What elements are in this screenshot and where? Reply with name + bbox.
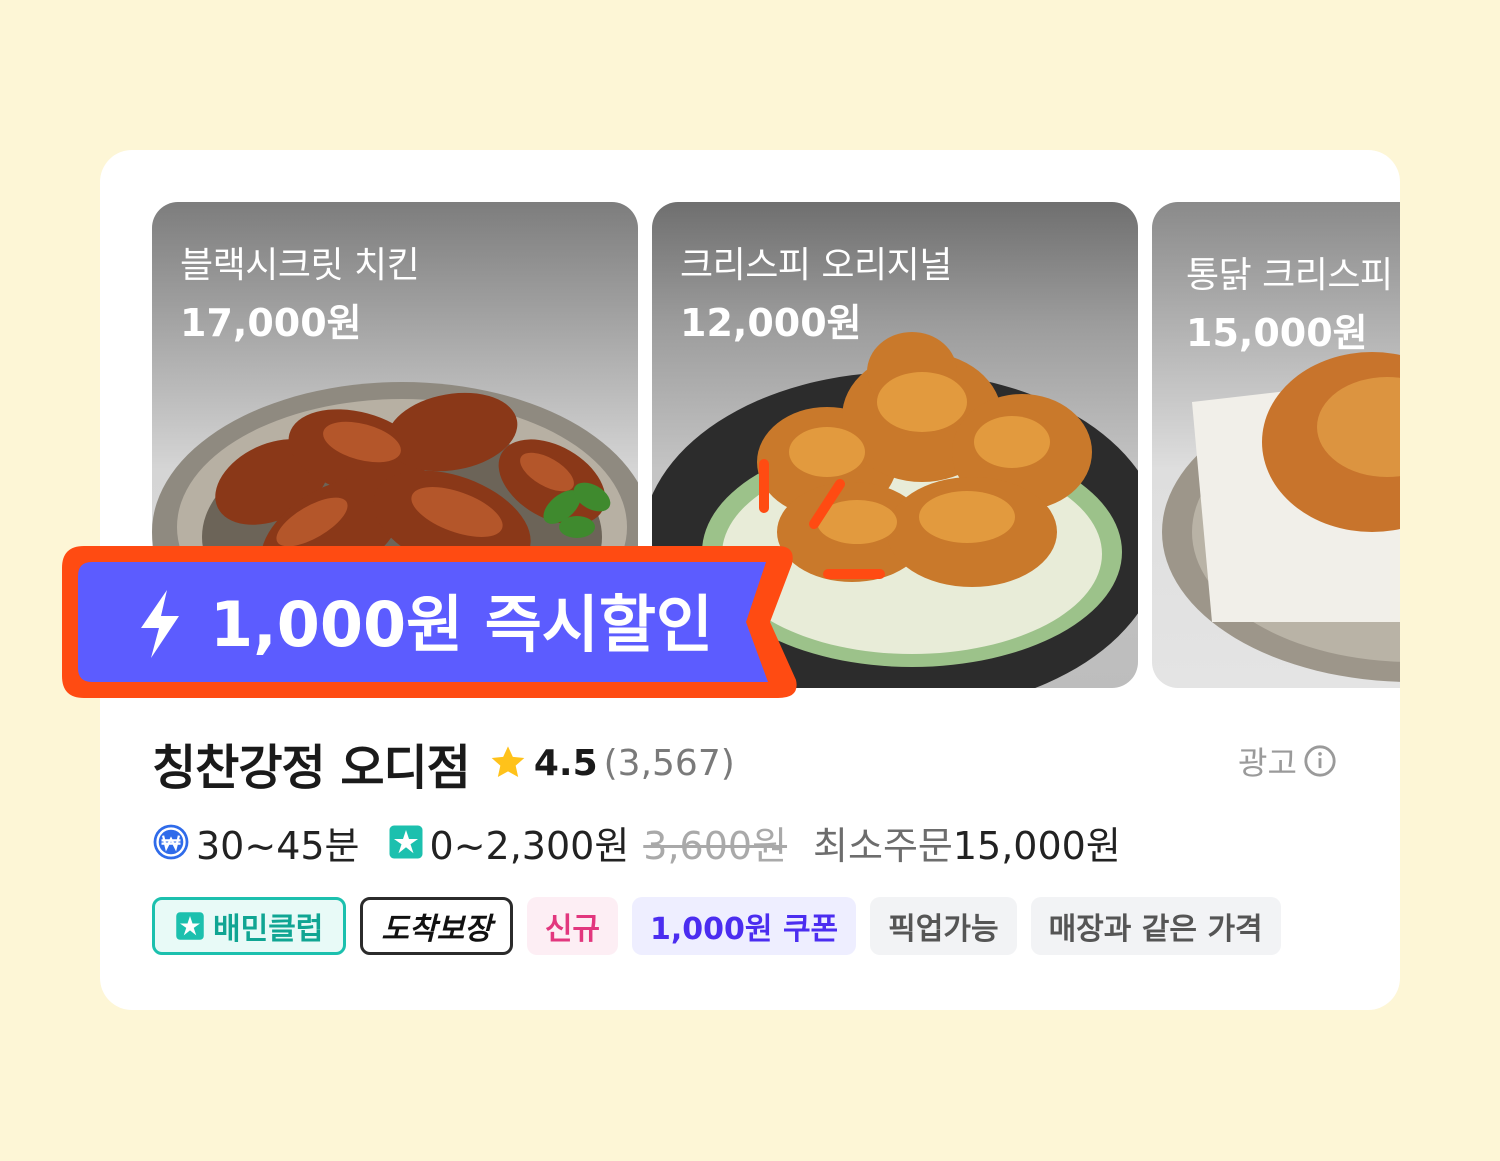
club-star-icon xyxy=(175,911,205,941)
tag-coupon[interactable]: 1,000원 쿠폰 xyxy=(632,897,857,955)
lightning-bolt-icon xyxy=(141,590,179,658)
ad-text: 광고 xyxy=(1238,744,1297,782)
tag-label: 도착보장 xyxy=(381,912,492,947)
tag-baemin-club: 배민클럽 xyxy=(152,897,347,955)
info-icon[interactable] xyxy=(1303,744,1337,778)
review-count: (3,567) xyxy=(603,742,735,784)
tag-label: 배민클럽 xyxy=(213,912,324,947)
tag-label: 픽업가능 xyxy=(888,912,999,947)
tag-label: 신규 xyxy=(544,912,601,947)
star-icon xyxy=(491,746,525,777)
menu-price: 15,000원 xyxy=(1186,311,1368,355)
club-star-icon xyxy=(388,824,424,860)
won-coin-icon xyxy=(152,823,190,861)
tag-label: 매장과 같은 가격 xyxy=(1048,912,1263,947)
store-title-row: 칭찬강정 오디점 4.5 (3,567) xyxy=(152,728,735,798)
tag-same-price: 매장과 같은 가격 xyxy=(1030,897,1281,955)
menu-price: 17,000원 xyxy=(180,301,362,345)
tag-arrival-guarantee: 도착보장 xyxy=(360,897,513,955)
min-order-value: 15,000원 xyxy=(952,823,1121,868)
tag-new: 신규 xyxy=(526,897,619,955)
sparkle-accent xyxy=(759,459,885,579)
menu-card-whole-crispy[interactable]: 통닭 크리스피 15,000원 xyxy=(1152,202,1400,688)
menu-name: 블랙시크릿 치킨 xyxy=(180,245,420,286)
menu-name: 통닭 크리스피 xyxy=(1186,255,1393,296)
tag-pickup: 픽업가능 xyxy=(870,897,1017,955)
tag-list: 배민클럽 도착보장 신규 1,000원 쿠폰 픽업가능 매장과 같은 가격 xyxy=(152,895,1295,957)
delivery-fee: 0~2,300원 xyxy=(429,823,630,868)
store-name[interactable]: 칭찬강정 오디점 xyxy=(152,728,471,798)
tag-label: 1,000원 쿠폰 xyxy=(650,912,839,947)
menu-price: 12,000원 xyxy=(680,301,862,345)
min-order-label: 최소주문 xyxy=(813,823,953,868)
delivery-time: 30~45분 xyxy=(196,823,360,868)
rating-value: 4.5 xyxy=(533,742,598,784)
ad-label[interactable]: 광고 xyxy=(1238,738,1337,784)
delivery-info-row: 30~45분 0~2,300원 3,600원 최소주문 15,000원 xyxy=(152,812,1121,872)
instant-discount-label: 1,000원 즉시할인 xyxy=(210,588,713,661)
original-delivery-fee: 3,600원 xyxy=(643,823,788,868)
menu-name: 크리스피 오리지널 xyxy=(680,245,952,286)
